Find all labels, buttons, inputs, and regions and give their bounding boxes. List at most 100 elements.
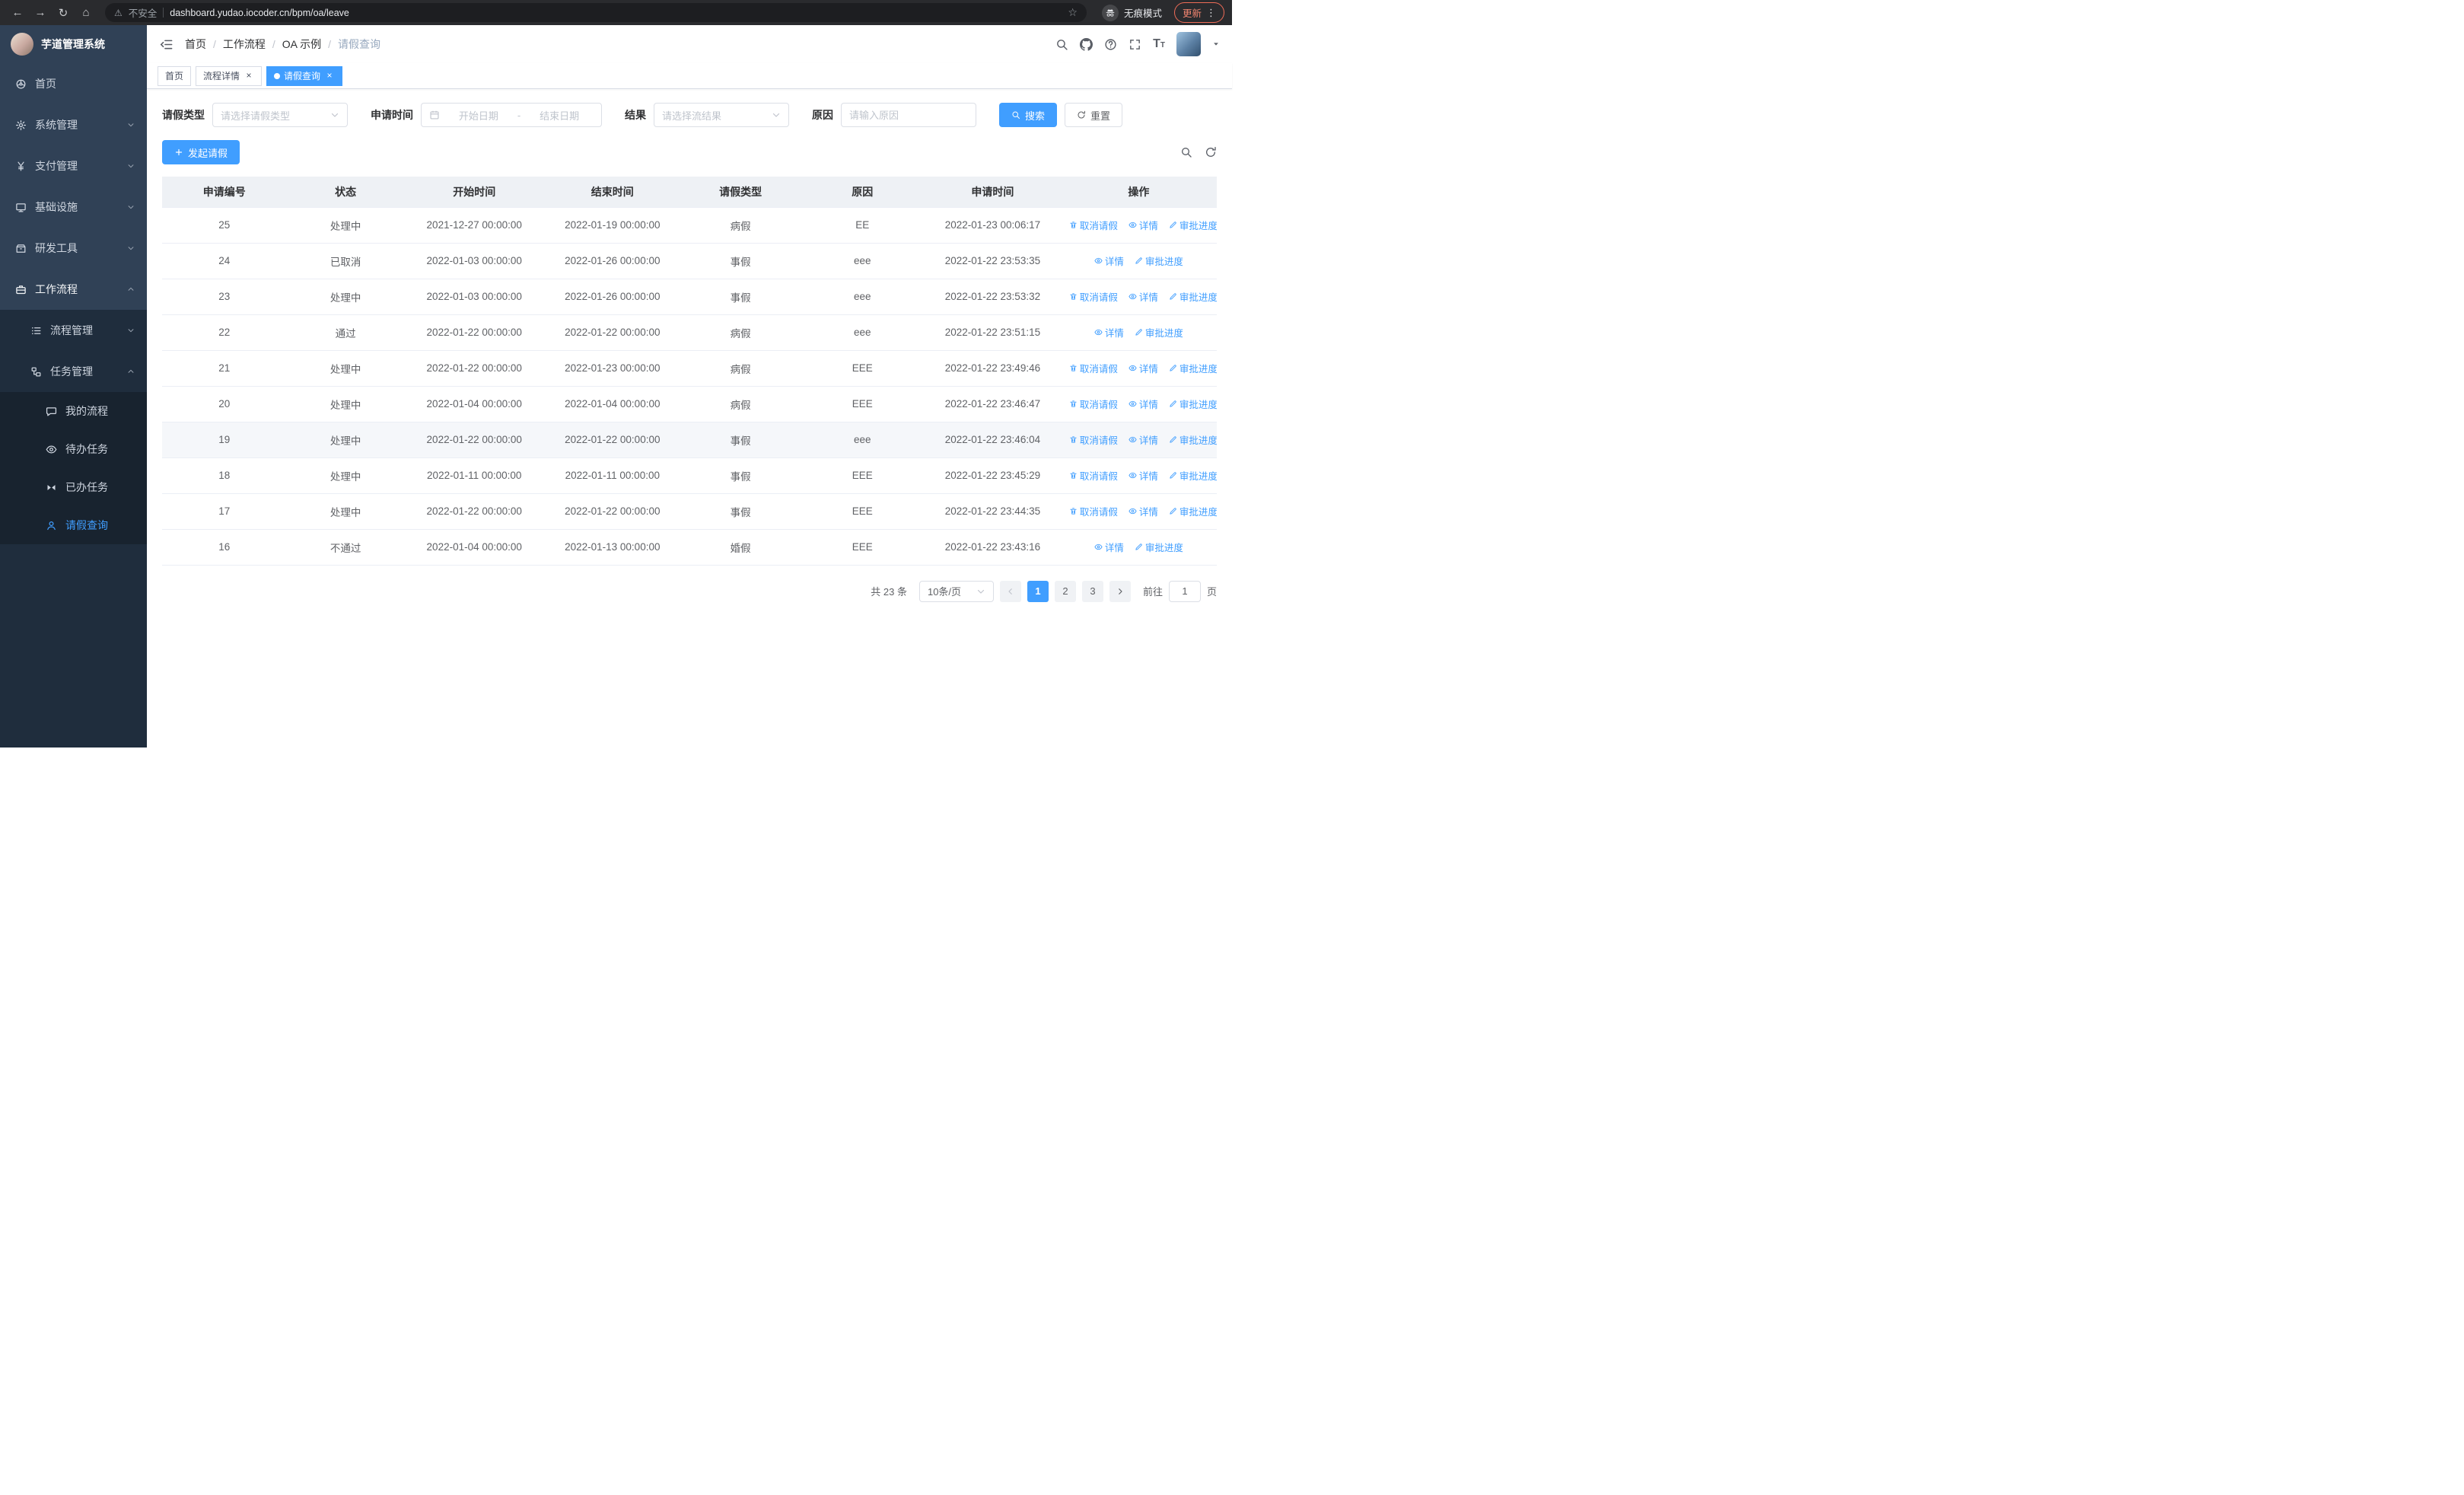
action-progress-link[interactable]: 审批进度: [1135, 540, 1183, 554]
sidebar-item-todo-tasks[interactable]: 待办任务: [0, 430, 147, 468]
reset-button[interactable]: 重置: [1065, 103, 1123, 127]
caret-down-icon[interactable]: [1212, 40, 1220, 48]
prev-page-button[interactable]: [999, 580, 1021, 602]
app-logo[interactable]: 芋道管理系统: [0, 25, 147, 63]
action-progress-link[interactable]: 审批进度: [1135, 325, 1183, 339]
action-cancel-link[interactable]: 取消请假: [1069, 218, 1118, 232]
security-warning-icon: ⚠: [114, 7, 123, 18]
eye-icon: [1094, 257, 1103, 265]
action-progress-link[interactable]: 审批进度: [1169, 468, 1217, 483]
bookmark-star-icon[interactable]: ☆: [1068, 6, 1078, 19]
sidebar-item-workflow[interactable]: 工作流程: [0, 269, 147, 310]
tab-leave-query[interactable]: 请假查询 ×: [266, 65, 343, 86]
browser-home-icon[interactable]: ⌂: [76, 3, 96, 23]
sidebar-item-done-tasks[interactable]: 已办任务: [0, 468, 147, 506]
action-progress-link[interactable]: 审批进度: [1169, 218, 1217, 232]
cell-leave-type: 事假: [680, 279, 801, 315]
apply-time-range-picker[interactable]: 开始日期 - 结束日期: [421, 103, 602, 127]
address-bar[interactable]: ⚠ 不安全 dashboard.yudao.iocoder.cn/bpm/oa/…: [105, 3, 1087, 22]
refresh-icon[interactable]: [1205, 146, 1217, 158]
breadcrumb-item-leave-query: 请假查询: [338, 38, 381, 50]
col-header-status: 状态: [286, 177, 405, 208]
breadcrumb-item-workflow[interactable]: 工作流程: [223, 37, 266, 52]
cell-apply-time: 2022-01-22 23:46:04: [925, 422, 1061, 458]
cell-id: 20: [162, 386, 287, 422]
cell-reason: EEE: [800, 350, 925, 387]
browser-forward-icon[interactable]: →: [30, 3, 50, 23]
sidebar-item-payment-mgmt[interactable]: 支付管理: [0, 145, 147, 186]
leave-type-select[interactable]: 请选择请假类型: [212, 103, 348, 127]
chevron-down-icon: [127, 203, 135, 211]
breadcrumb-item-home[interactable]: 首页: [185, 37, 206, 52]
action-progress-link[interactable]: 审批进度: [1169, 289, 1217, 304]
action-cancel-link[interactable]: 取消请假: [1069, 504, 1118, 518]
action-detail-link[interactable]: 详情: [1094, 253, 1124, 268]
trash-icon: [1069, 507, 1078, 515]
eye-icon: [46, 444, 57, 455]
action-detail-link[interactable]: 详情: [1129, 218, 1158, 232]
action-detail-link[interactable]: 详情: [1094, 540, 1124, 554]
sidebar-item-my-process[interactable]: 我的流程: [0, 392, 147, 430]
tab-process-detail[interactable]: 流程详情 ×: [196, 65, 263, 86]
cell-status: 处理中: [286, 279, 405, 315]
sidebar-item-devtools[interactable]: 研发工具: [0, 228, 147, 269]
next-page-button[interactable]: [1109, 580, 1131, 602]
action-detail-link[interactable]: 详情: [1129, 504, 1158, 518]
action-progress-link[interactable]: 审批进度: [1169, 397, 1217, 411]
action-cancel-link[interactable]: 取消请假: [1069, 361, 1118, 375]
cell-leave-type: 病假: [680, 350, 801, 387]
toggle-search-icon[interactable]: [1180, 146, 1192, 158]
sidebar-item-infrastructure[interactable]: 基础设施: [0, 186, 147, 228]
action-detail-link[interactable]: 详情: [1129, 289, 1158, 304]
page-button-3[interactable]: 3: [1081, 580, 1103, 602]
sidebar-item-task-mgmt[interactable]: 任务管理: [0, 351, 147, 392]
browser-reload-icon[interactable]: ↻: [53, 3, 73, 23]
browser-back-icon[interactable]: ←: [8, 3, 27, 23]
search-icon[interactable]: [1055, 38, 1068, 51]
reason-input[interactable]: [841, 103, 976, 127]
fullscreen-icon[interactable]: [1129, 38, 1141, 51]
action-progress-link[interactable]: 审批进度: [1169, 504, 1217, 518]
goto-page-input[interactable]: [1168, 580, 1201, 602]
toolbox-icon: [15, 243, 27, 254]
user-avatar[interactable]: [1176, 32, 1201, 56]
action-cancel-link[interactable]: 取消请假: [1069, 397, 1118, 411]
kebab-menu-icon[interactable]: ⋮: [1206, 7, 1216, 19]
action-detail-link[interactable]: 详情: [1129, 432, 1158, 447]
action-progress-link[interactable]: 审批进度: [1169, 361, 1217, 375]
cell-status: 处理中: [286, 350, 405, 387]
close-icon[interactable]: ×: [244, 70, 254, 81]
action-cancel-link[interactable]: 取消请假: [1069, 289, 1118, 304]
breadcrumb-item-oa-example[interactable]: OA 示例: [282, 37, 321, 52]
result-select[interactable]: 请选择流结果: [654, 103, 789, 127]
cell-start-time: 2022-01-22 00:00:00: [404, 422, 544, 458]
action-detail-link[interactable]: 详情: [1129, 361, 1158, 375]
browser-update-button[interactable]: 更新 ⋮: [1173, 2, 1224, 23]
action-progress-link[interactable]: 审批进度: [1169, 432, 1217, 447]
sidebar-item-process-mgmt[interactable]: 流程管理: [0, 310, 147, 351]
action-cancel-link[interactable]: 取消请假: [1069, 468, 1118, 483]
sidebar-item-leave-query[interactable]: 请假查询: [0, 506, 147, 544]
sidebar-item-home[interactable]: 首页: [0, 63, 147, 104]
font-size-icon[interactable]: TT: [1153, 38, 1165, 50]
active-tab-dot: [274, 72, 281, 79]
sidebar-item-system-mgmt[interactable]: 系统管理: [0, 104, 147, 145]
trash-icon: [1069, 221, 1078, 229]
action-progress-link[interactable]: 审批进度: [1135, 253, 1183, 268]
cell-leave-type: 婚假: [680, 529, 801, 566]
page-button-1[interactable]: 1: [1027, 580, 1049, 602]
close-icon[interactable]: ×: [324, 70, 335, 81]
page-button-2[interactable]: 2: [1054, 580, 1076, 602]
action-detail-link[interactable]: 详情: [1129, 468, 1158, 483]
action-cancel-link[interactable]: 取消请假: [1069, 432, 1118, 447]
github-icon[interactable]: [1080, 38, 1093, 51]
cell-apply-time: 2022-01-22 23:51:15: [925, 314, 1061, 351]
sidebar-toggle-icon[interactable]: [159, 37, 173, 52]
create-leave-button[interactable]: 发起请假: [162, 140, 240, 164]
tab-home[interactable]: 首页: [158, 65, 192, 86]
action-detail-link[interactable]: 详情: [1129, 397, 1158, 411]
help-icon[interactable]: [1104, 38, 1117, 51]
page-size-select[interactable]: 10条/页: [918, 580, 994, 602]
search-button[interactable]: 搜索: [999, 103, 1058, 127]
action-detail-link[interactable]: 详情: [1094, 325, 1124, 339]
